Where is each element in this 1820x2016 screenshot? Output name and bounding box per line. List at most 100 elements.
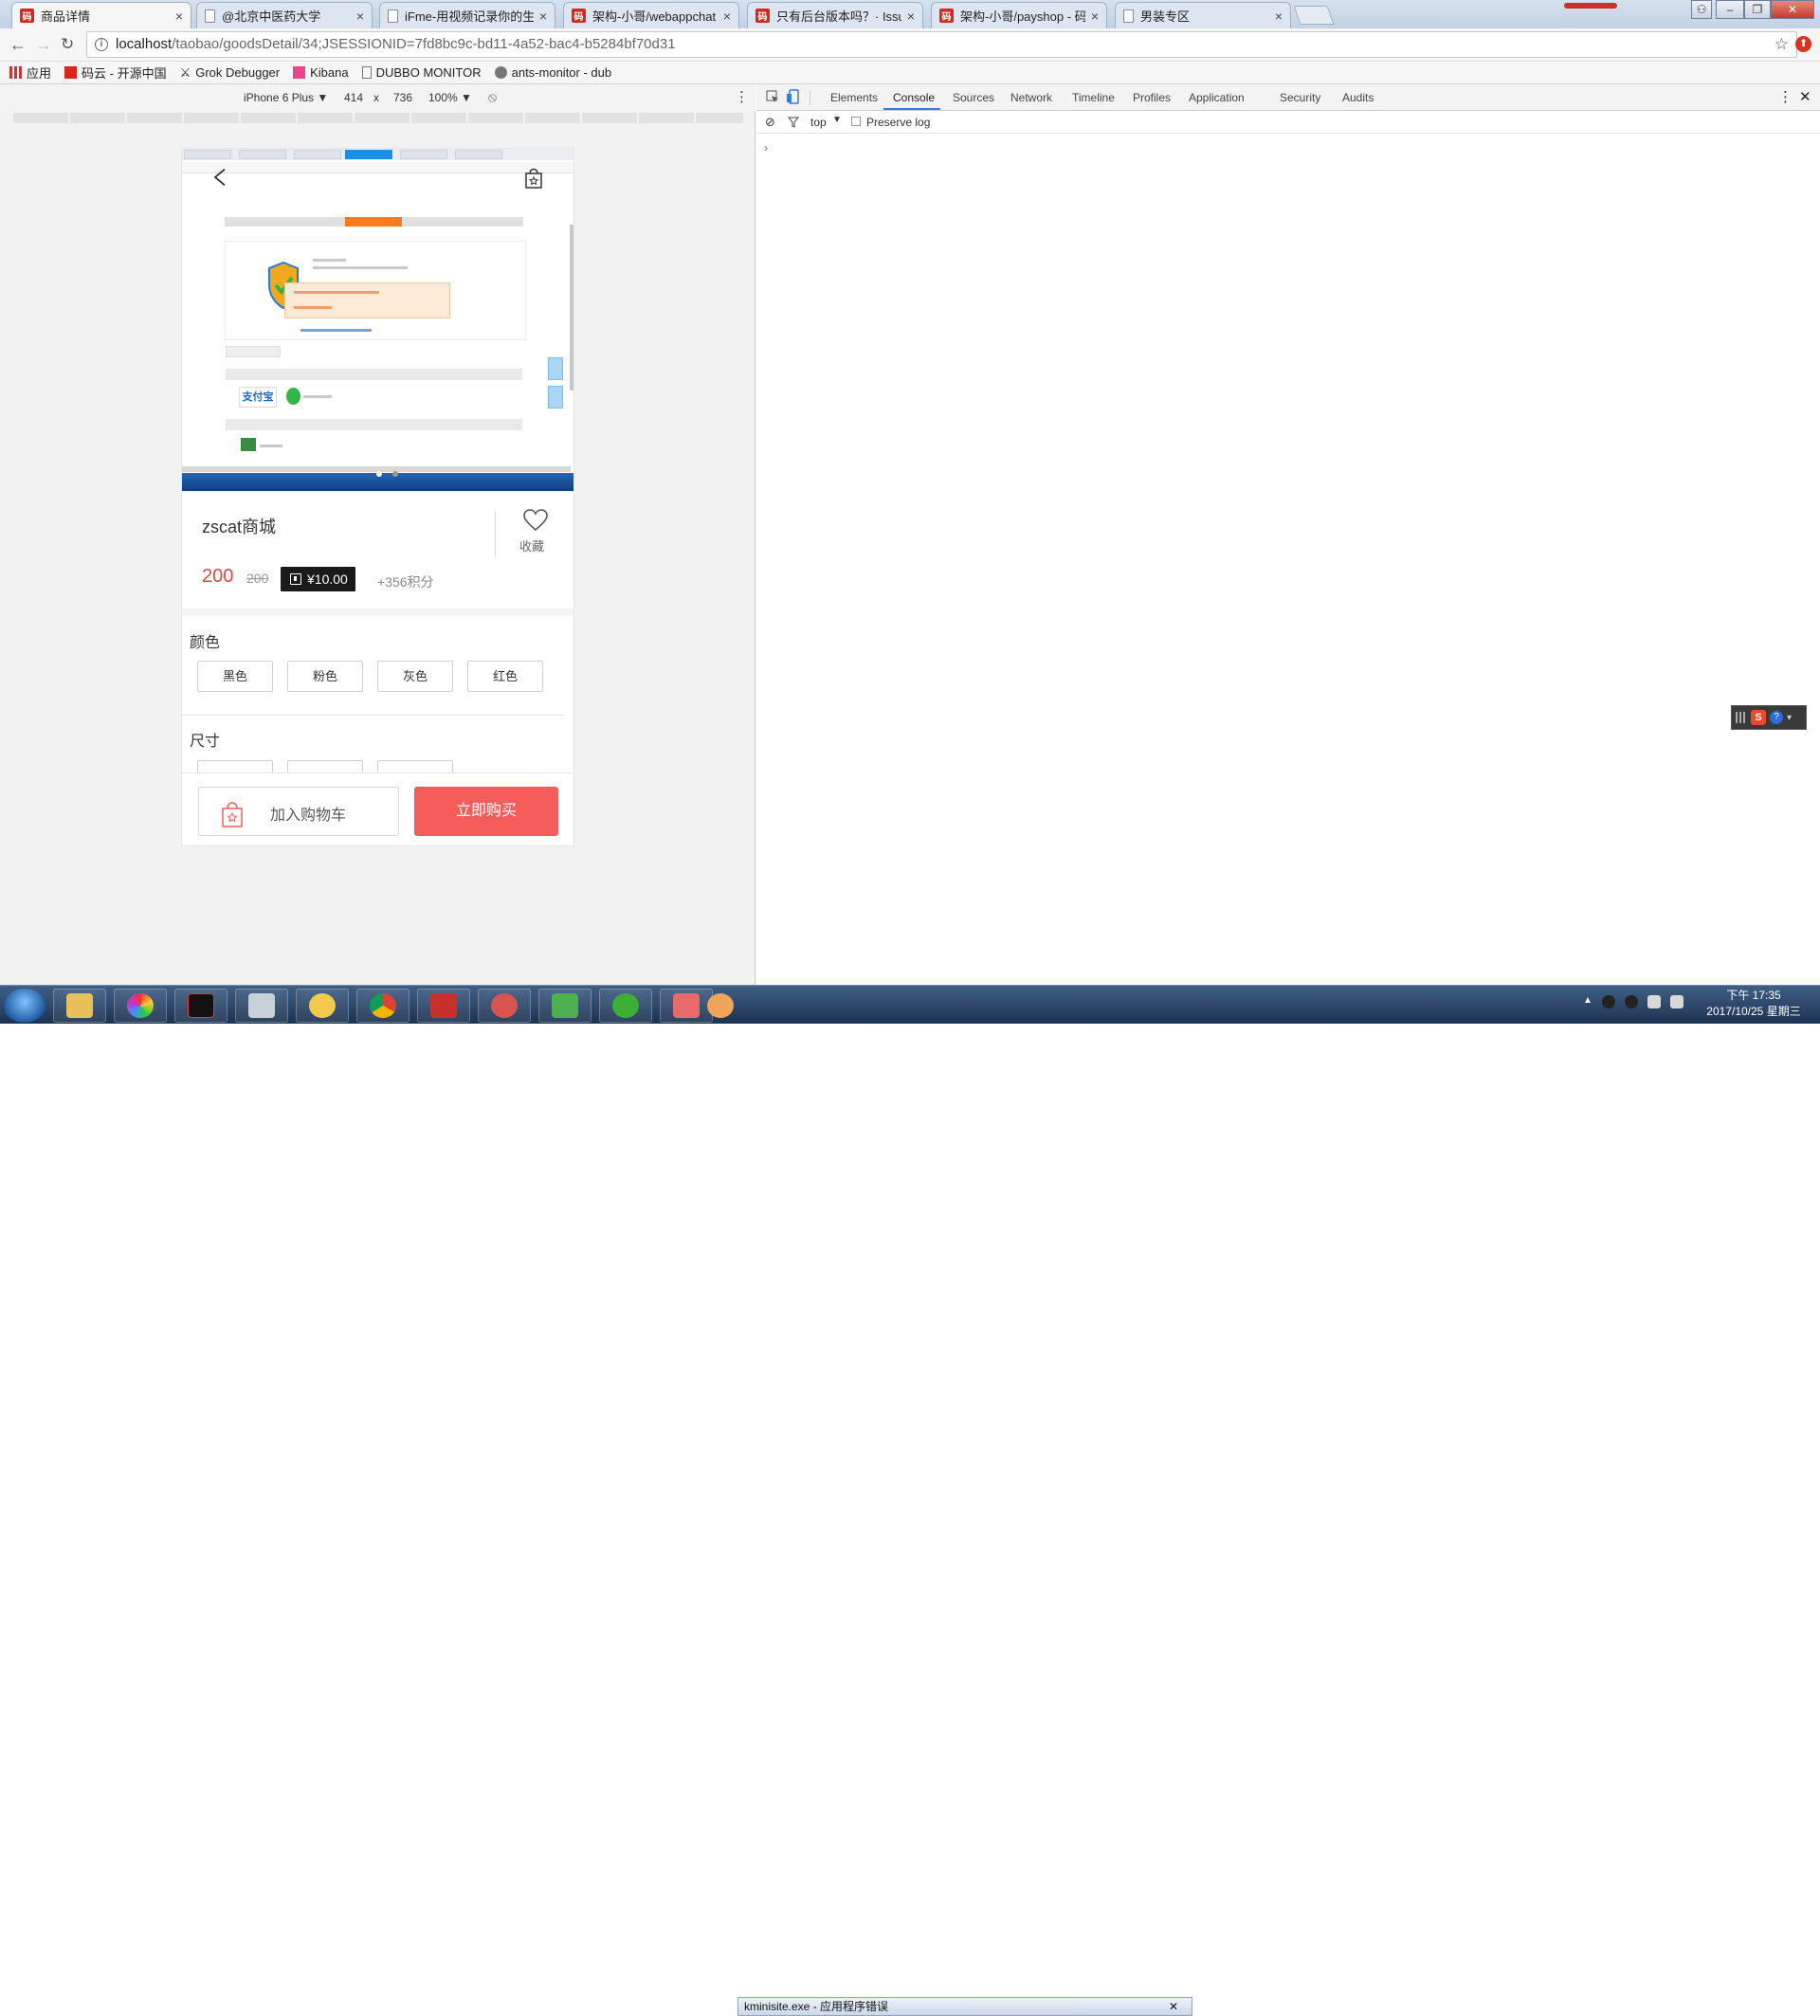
buy-now-button[interactable]: 立即购买 [414, 787, 558, 836]
tab-network[interactable]: Network [1010, 91, 1052, 104]
grid-icon [1736, 712, 1747, 723]
new-tab-button[interactable] [1293, 6, 1335, 25]
color-option-pink[interactable]: 粉色 [287, 661, 363, 692]
width-field[interactable]: 414 [344, 91, 363, 104]
close-icon[interactable]: ✕ [1169, 1998, 1178, 2015]
start-button[interactable] [4, 989, 46, 1023]
close-icon[interactable]: × [175, 9, 183, 24]
carousel-dot[interactable] [392, 471, 398, 477]
more-vert-icon[interactable]: ⋮ [1778, 88, 1793, 105]
taskbar-app[interactable] [701, 989, 739, 1023]
tab-ifme[interactable]: iFme-用视频记录你的生 × [379, 2, 555, 28]
network-icon[interactable] [1647, 995, 1661, 1008]
more-vert-icon[interactable]: ⋮ [735, 88, 749, 105]
info-icon[interactable]: i [95, 38, 108, 51]
tab-profiles[interactable]: Profiles [1133, 91, 1171, 104]
coupon-badge[interactable]: ¥10.00 [281, 567, 355, 591]
close-window-button[interactable]: ✕ [1771, 0, 1814, 19]
bookmark-ants-monitor[interactable]: ants-monitor - dub [494, 65, 611, 80]
taskbar-app[interactable] [296, 989, 349, 1023]
taskbar-app[interactable] [235, 989, 288, 1023]
minimize-button[interactable]: – [1716, 0, 1744, 19]
carousel-dot[interactable] [376, 471, 382, 477]
maximize-button[interactable]: ❐ [1744, 0, 1771, 19]
inspect-icon[interactable] [766, 90, 779, 103]
color-option-gray[interactable]: 灰色 [377, 661, 453, 692]
url-input[interactable]: i localhost/taobao/goodsDetail/34;JSESSI… [86, 31, 1797, 58]
product-image[interactable]: 支付宝 [182, 149, 573, 492]
tab-product-detail[interactable]: 码 商品详情 × [11, 2, 191, 28]
device-select[interactable]: iPhone 6 Plus ▼ [244, 91, 328, 104]
eraser-icon [673, 993, 700, 1018]
close-icon[interactable]: × [723, 9, 731, 24]
system-tray: ▲ [1583, 995, 1684, 1008]
taskbar-app[interactable] [538, 989, 592, 1023]
tab-menswear[interactable]: 男装专区 × [1115, 2, 1291, 28]
taskbar-redis[interactable] [417, 989, 470, 1023]
clear-console-icon[interactable]: ⊘ [765, 115, 775, 130]
tab-issue[interactable]: 码 只有后台版本吗？· Issu × [747, 2, 923, 28]
media-query-ruler[interactable] [13, 113, 743, 123]
preserve-log-checkbox[interactable] [851, 117, 861, 126]
zoom-select[interactable]: 100% ▼ [428, 91, 472, 104]
bookmark-grok[interactable]: ⚔ Grok Debugger [180, 65, 281, 81]
taskbar-wechat[interactable] [599, 989, 652, 1023]
tab-application[interactable]: Application [1189, 91, 1245, 104]
profile-badge[interactable] [1564, 3, 1617, 9]
back-arrow-icon[interactable] [210, 168, 229, 187]
star-icon[interactable]: ☆ [1774, 32, 1789, 57]
back-icon[interactable]: ← [9, 35, 27, 55]
bookmark-apps[interactable]: 应用 [9, 64, 51, 82]
tab-audits[interactable]: Audits [1342, 91, 1374, 104]
taskbar-chrome[interactable] [356, 989, 410, 1023]
error-popup[interactable]: kminisite.exe - 应用程序错误 ✕ [737, 1997, 1192, 2016]
forward-icon[interactable]: → [35, 35, 52, 55]
close-icon[interactable]: × [1275, 9, 1283, 24]
volume-icon[interactable] [1669, 995, 1684, 1008]
tab-timeline[interactable]: Timeline [1072, 91, 1115, 104]
chevron-down-icon[interactable]: ▼ [832, 115, 842, 125]
tab-console[interactable]: Console [893, 91, 935, 104]
tab-security[interactable]: Security [1280, 91, 1320, 104]
cart-icon[interactable] [523, 166, 544, 189]
console-prompt[interactable]: › [764, 141, 768, 154]
clock[interactable]: 下午 17:35 2017/10/25 星期三 [1697, 988, 1811, 1020]
image-bank-icon [241, 438, 256, 451]
context-select[interactable]: top [810, 116, 827, 129]
tab-webappchat[interactable]: 码 架构-小哥/webappchat × [563, 2, 739, 28]
close-icon[interactable]: × [539, 9, 547, 24]
close-icon[interactable]: ✕ [1799, 88, 1811, 105]
reload-icon[interactable]: ↻ [61, 35, 74, 54]
ime-toolbar[interactable]: S ? ▾ [1731, 705, 1807, 730]
tab-bucm[interactable]: @北京中医药大学 × [196, 2, 373, 28]
bookmark-kibana[interactable]: Kibana [293, 65, 349, 80]
close-icon[interactable]: × [356, 9, 364, 24]
tab-payshop[interactable]: 码 架构-小哥/payshop - 码 × [931, 2, 1107, 28]
taskbar-intellij[interactable] [174, 989, 228, 1023]
rotate-icon[interactable]: ⦸ [488, 89, 497, 105]
taskbar-pinwheel[interactable] [114, 989, 167, 1023]
chevron-up-icon[interactable]: ▲ [1583, 995, 1592, 1008]
extension-icon[interactable]: ⬆ [1795, 36, 1811, 52]
close-icon[interactable]: × [1091, 9, 1099, 24]
bookmark-dubbo[interactable]: DUBBO MONITOR [361, 65, 482, 80]
heart-icon[interactable] [523, 509, 548, 532]
taskbar-app[interactable] [478, 989, 531, 1023]
qq-icon[interactable] [1601, 995, 1615, 1008]
tab-elements[interactable]: Elements [830, 91, 878, 104]
height-field[interactable]: 736 [393, 91, 412, 104]
bookmark-gitee[interactable]: 码云 - 开源中国 [64, 64, 167, 82]
taskbar-explorer[interactable] [53, 989, 106, 1023]
qq-icon[interactable] [1624, 995, 1638, 1008]
device-mode-icon[interactable] [787, 89, 800, 104]
filter-icon[interactable] [788, 117, 799, 128]
add-to-cart-button[interactable]: 加入购物车 [198, 787, 399, 836]
tab-title: iFme-用视频记录你的生 [405, 9, 534, 24]
color-option-red[interactable]: 红色 [467, 661, 543, 692]
close-icon[interactable]: × [907, 9, 915, 24]
tab-sources[interactable]: Sources [953, 91, 994, 104]
bottom-action-bar: 加入购物车 立即购买 [182, 772, 573, 845]
favorite-label[interactable]: 收藏 [519, 536, 544, 554]
user-icon[interactable]: ⚇ [1691, 0, 1712, 19]
color-option-black[interactable]: 黑色 [197, 661, 273, 692]
